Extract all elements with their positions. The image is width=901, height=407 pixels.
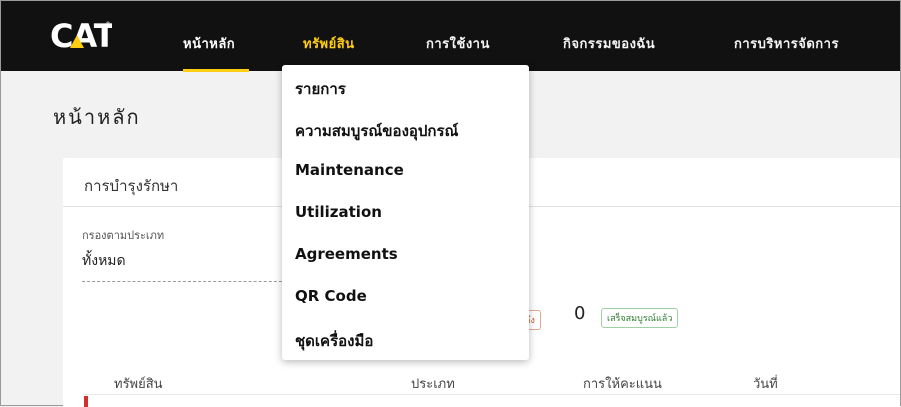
filter-label: กรองตามประเภท: [82, 229, 165, 242]
column-header-rating[interactable]: การให้คะแนน: [583, 373, 662, 394]
complete-count: 0: [574, 303, 586, 324]
status-marker: [84, 396, 88, 407]
nav-my-activities[interactable]: กิจกรรมของฉัน: [563, 33, 655, 54]
menu-item-equipment-health[interactable]: ความสมบูรณ์ของอุปกรณ์: [295, 119, 458, 143]
nav-management[interactable]: การบริหารจัดการ: [734, 33, 839, 54]
menu-item-toolkit[interactable]: ชุดเครื่องมือ: [295, 329, 373, 353]
assets-dropdown-menu: รายการ ความสมบูรณ์ของอุปกรณ์ Maintenance…: [282, 65, 529, 360]
menu-item-qr-code[interactable]: QR Code: [295, 287, 367, 305]
page-title: หน้าหลัก: [53, 105, 141, 129]
table-divider: [84, 394, 900, 395]
menu-item-agreements[interactable]: Agreements: [295, 245, 398, 263]
menu-item-utilization[interactable]: Utilization: [295, 203, 382, 221]
filter-type-select[interactable]: ทั้งหมด: [82, 250, 126, 272]
column-header-asset[interactable]: ทรัพย์สิน: [114, 373, 163, 394]
menu-item-list[interactable]: รายการ: [295, 77, 346, 101]
card-title: การบำรุงรักษา: [84, 177, 179, 195]
nav-assets[interactable]: ทรัพย์สิน: [303, 33, 355, 54]
column-header-date[interactable]: วันที่: [753, 373, 778, 394]
active-tab-underline: [183, 69, 249, 72]
svg-text:®: ®: [105, 21, 111, 28]
nav-usage[interactable]: การใช้งาน: [426, 33, 490, 54]
menu-item-maintenance[interactable]: Maintenance: [295, 161, 404, 179]
nav-home[interactable]: หน้าหลัก: [183, 33, 235, 54]
column-header-type[interactable]: ประเภท: [411, 373, 455, 394]
top-navigation-bar: CAT ® หน้าหลัก ทรัพย์สิน การใช้งาน กิจกร…: [1, 1, 900, 72]
cat-logo[interactable]: CAT ®: [50, 17, 112, 51]
filter-underline: [82, 281, 297, 282]
complete-badge[interactable]: เสร็จสมบูรณ์แล้ว: [601, 308, 679, 328]
